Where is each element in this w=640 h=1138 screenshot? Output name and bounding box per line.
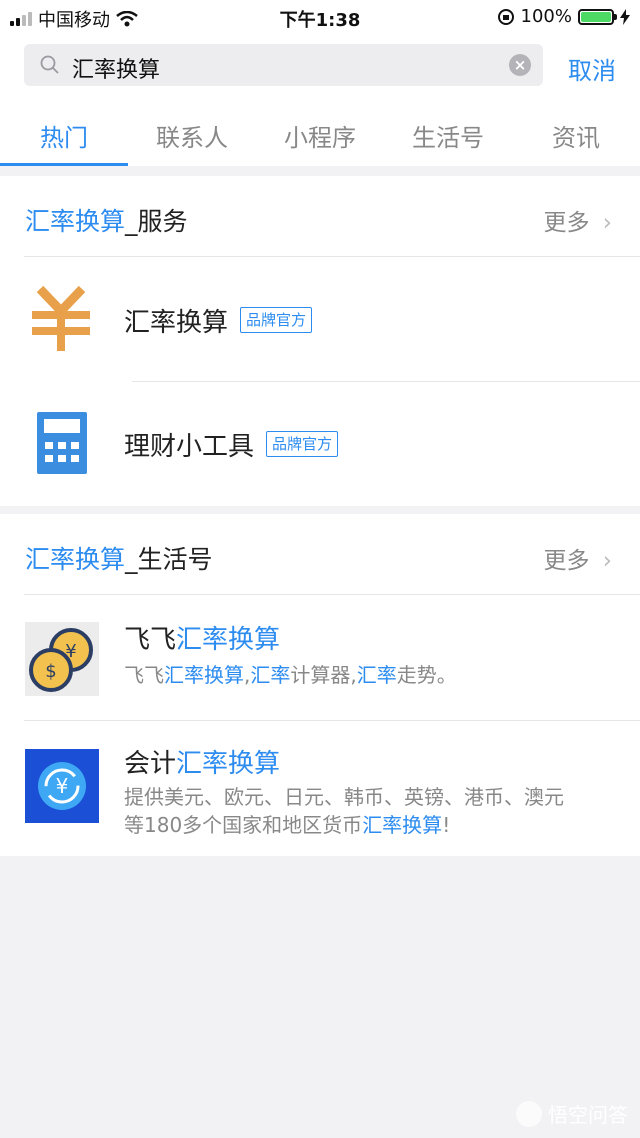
life-account-item[interactable]: ¥ 会计汇率换算 提供美元、欧元、日元、韩币、英镑、港币、澳元 等180多个国家… [0, 721, 640, 856]
orientation-lock-icon [497, 8, 514, 25]
services-more-link[interactable]: 更多 › [543, 203, 612, 237]
battery-percent: 100% [520, 6, 572, 27]
life-account-desc-line1: 提供美元、欧元、日元、韩币、英镑、港币、澳元 [124, 785, 564, 809]
life-accounts-more-link[interactable]: 更多 › [543, 541, 612, 575]
yen-symbol-icon [32, 285, 90, 351]
tab-life-accounts[interactable]: 生活号 [384, 96, 512, 166]
official-badge: 品牌官方 [266, 431, 339, 457]
battery-icon [578, 8, 617, 25]
status-bar: 中国移动 下午1:38 100% [0, 0, 640, 34]
watermark: 悟空问答 [516, 1099, 628, 1128]
chevron-right-icon: › [602, 548, 612, 574]
service-item[interactable]: 理财小工具 品牌官方 [0, 382, 640, 506]
watermark-logo-icon [516, 1100, 542, 1127]
search-icon [40, 55, 59, 74]
life-account-desc: 飞飞汇率换算,汇率计算器,汇率走势。 [124, 663, 457, 687]
services-header: 汇率换算_服务 更多 › [0, 176, 640, 256]
search-query: 汇率换算 [72, 58, 161, 83]
service-title: 理财小工具 [124, 432, 255, 462]
search-input[interactable]: 汇率换算 × [24, 44, 543, 86]
life-accounts-title: 汇率换算_生活号 [25, 545, 213, 574]
services-section: 汇率换算_服务 更多 › 汇率换算 品牌官方 理财小工具 品牌官方 [0, 176, 640, 506]
life-accounts-header: 汇率换算_生活号 更多 › [0, 514, 640, 594]
life-account-item[interactable]: ¥ $ 飞飞汇率换算 飞飞汇率换算,汇率计算器,汇率走势。 [0, 595, 640, 721]
svg-text:¥: ¥ [56, 774, 69, 798]
life-account-desc-line2: 等180多个国家和地区货币汇率换算! [124, 813, 451, 837]
tab-mini-programs[interactable]: 小程序 [256, 96, 384, 166]
tab-hot[interactable]: 热门 [0, 96, 128, 166]
life-account-title: 会计汇率换算 [124, 749, 281, 779]
life-accounts-section: 汇率换算_生活号 更多 › ¥ $ 飞飞汇率换算 飞飞汇率换算,汇率计算器,汇率… [0, 514, 640, 856]
category-tabs: 热门 联系人 小程序 生活号 资讯 [0, 96, 640, 166]
tab-contacts[interactable]: 联系人 [128, 96, 256, 166]
life-account-title: 飞飞汇率换算 [124, 625, 281, 655]
tab-news[interactable]: 资讯 [512, 96, 640, 166]
service-title: 汇率换算 [124, 308, 229, 338]
charging-icon [620, 8, 630, 25]
coins-icon: ¥ $ [25, 622, 99, 696]
cancel-button[interactable]: 取消 [568, 51, 616, 86]
yen-exchange-icon: ¥ [25, 749, 99, 823]
svg-text:$: $ [45, 661, 56, 682]
calculator-icon [37, 412, 87, 474]
search-header: 汇率换算 × 取消 [0, 34, 640, 96]
clear-icon[interactable]: × [509, 54, 531, 76]
chevron-right-icon: › [602, 210, 612, 236]
services-title: 汇率换算_服务 [25, 207, 188, 236]
service-item[interactable]: 汇率换算 品牌官方 [0, 257, 640, 381]
official-badge: 品牌官方 [240, 307, 313, 333]
